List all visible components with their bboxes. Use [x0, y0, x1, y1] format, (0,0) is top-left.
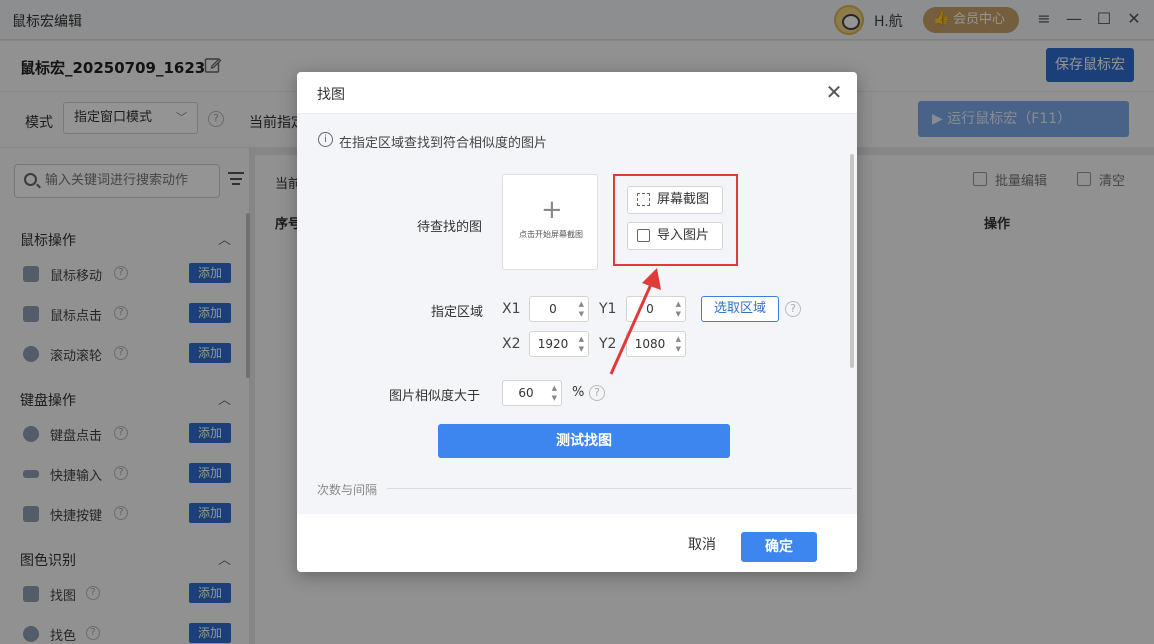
dialog-footer: 取消 确定: [297, 514, 857, 572]
x1-input[interactable]: 0 ▲ ▼: [529, 296, 589, 322]
stepper-icon[interactable]: ▲ ▼: [579, 334, 584, 354]
x2-input[interactable]: 1920 ▲ ▼: [529, 331, 589, 357]
import-image-label: 导入图片: [657, 228, 710, 243]
screenshot-upload-area[interactable]: + 点击开始屏幕截图: [502, 174, 598, 270]
upload-hint: 点击开始屏幕截图: [519, 230, 583, 239]
section-divider-label: 次数与间隔: [317, 483, 378, 497]
screen-capture-label: 屏幕截图: [657, 192, 710, 207]
cancel-button[interactable]: 取消: [677, 531, 727, 559]
dialog-header: 找图 ✕: [297, 72, 857, 114]
similarity-value: 60: [518, 386, 534, 400]
dialog-title: 找图: [317, 87, 345, 103]
y2-value: 1080: [634, 337, 666, 351]
similarity-input[interactable]: 60 ▲ ▼: [502, 380, 562, 406]
percent-unit: %: [572, 385, 585, 400]
select-region-button[interactable]: 选取区域: [701, 296, 779, 322]
help-icon[interactable]: ?: [589, 385, 605, 401]
y2-label: Y2: [599, 336, 617, 352]
dialog-body: i 在指定区域查找到符合相似度的图片 待查找的图 + 点击开始屏幕截图 屏幕截图…: [297, 114, 857, 530]
plus-icon: +: [541, 195, 563, 225]
import-image-button[interactable]: 导入图片: [627, 222, 723, 250]
x2-value: 1920: [537, 337, 569, 351]
y1-value: 0: [646, 302, 654, 316]
target-image-label: 待查找的图: [417, 220, 483, 235]
similarity-label: 图片相似度大于: [389, 389, 481, 404]
confirm-button[interactable]: 确定: [741, 532, 817, 562]
info-icon: i: [318, 132, 333, 147]
test-find-image-button[interactable]: 测试找图: [438, 424, 730, 458]
x2-label: X2: [502, 336, 521, 352]
y2-input[interactable]: 1080 ▲ ▼: [626, 331, 686, 357]
x1-value: 0: [549, 302, 557, 316]
screen-capture-button[interactable]: 屏幕截图: [627, 186, 723, 214]
region-label: 指定区域: [431, 305, 484, 320]
section-divider: [387, 488, 852, 489]
crop-icon: [637, 193, 650, 206]
y1-label: Y1: [599, 301, 617, 317]
image-icon: [637, 229, 650, 242]
stepper-icon[interactable]: ▲ ▼: [552, 383, 557, 403]
close-icon[interactable]: ✕: [823, 81, 845, 103]
stepper-icon[interactable]: ▲ ▼: [676, 334, 681, 354]
find-image-dialog: 找图 ✕ i 在指定区域查找到符合相似度的图片 待查找的图 + 点击开始屏幕截图…: [297, 72, 857, 572]
y1-input[interactable]: 0 ▲ ▼: [626, 296, 686, 322]
dialog-scrollbar[interactable]: [850, 154, 854, 368]
stepper-icon[interactable]: ▲ ▼: [676, 299, 681, 319]
help-icon[interactable]: ?: [785, 301, 801, 317]
info-line: i 在指定区域查找到符合相似度的图片: [318, 132, 547, 151]
x1-label: X1: [502, 301, 521, 317]
stepper-icon[interactable]: ▲ ▼: [579, 299, 584, 319]
info-text: 在指定区域查找到符合相似度的图片: [339, 136, 548, 151]
